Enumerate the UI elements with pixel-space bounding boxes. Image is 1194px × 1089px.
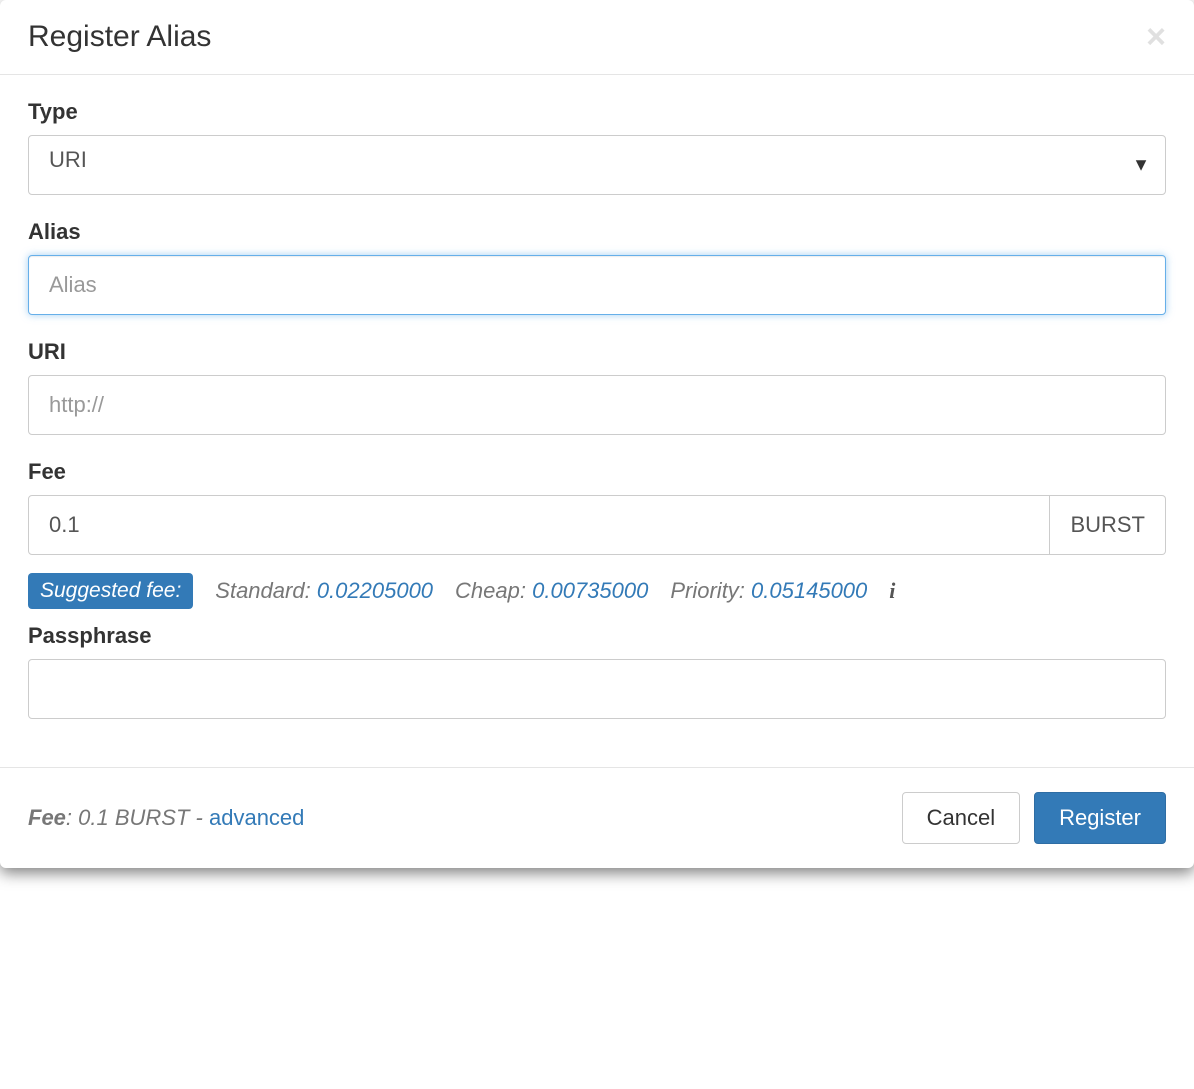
uri-label: URI bbox=[28, 339, 1166, 365]
modal-header: Register Alias × bbox=[0, 0, 1194, 75]
type-select-wrap: URI ▼ bbox=[28, 135, 1166, 195]
modal-body: Type URI ▼ Alias URI Fee BURST Suggested… bbox=[0, 75, 1194, 767]
fee-cheap-value: 0.00735000 bbox=[532, 578, 648, 603]
fee-priority[interactable]: Priority: 0.05145000 bbox=[670, 578, 867, 604]
close-icon[interactable]: × bbox=[1146, 20, 1166, 54]
alias-input[interactable] bbox=[28, 255, 1166, 315]
suggested-fee-badge[interactable]: Suggested fee: bbox=[28, 573, 193, 609]
advanced-link[interactable]: advanced bbox=[209, 805, 304, 830]
fee-input-group: BURST bbox=[28, 495, 1166, 555]
fee-standard[interactable]: Standard: 0.02205000 bbox=[215, 578, 433, 604]
uri-group: URI bbox=[28, 339, 1166, 435]
modal-title: Register Alias bbox=[28, 20, 211, 54]
fee-cheap[interactable]: Cheap: 0.00735000 bbox=[455, 578, 648, 604]
footer-buttons: Cancel Register bbox=[902, 792, 1166, 844]
uri-input[interactable] bbox=[28, 375, 1166, 435]
footer-fee-summary: Fee: 0.1 BURST - advanced bbox=[28, 805, 304, 831]
info-icon[interactable]: i bbox=[889, 578, 895, 604]
fee-input[interactable] bbox=[28, 495, 1050, 555]
type-label: Type bbox=[28, 99, 1166, 125]
type-group: Type URI ▼ bbox=[28, 99, 1166, 195]
fee-cheap-label: Cheap: bbox=[455, 578, 526, 603]
fee-unit-addon: BURST bbox=[1050, 495, 1166, 555]
footer-fee-sep: : bbox=[66, 805, 78, 830]
cancel-button[interactable]: Cancel bbox=[902, 792, 1020, 844]
footer-fee-label: Fee bbox=[28, 805, 66, 830]
fee-suggest-row: Suggested fee: Standard: 0.02205000 Chea… bbox=[28, 573, 1166, 609]
register-alias-modal: Register Alias × Type URI ▼ Alias URI Fe… bbox=[0, 0, 1194, 868]
footer-fee-text: 0.1 BURST bbox=[78, 805, 189, 830]
alias-group: Alias bbox=[28, 219, 1166, 315]
fee-label: Fee bbox=[28, 459, 1166, 485]
modal-footer: Fee: 0.1 BURST - advanced Cancel Registe… bbox=[0, 767, 1194, 868]
fee-standard-label: Standard: bbox=[215, 578, 310, 603]
passphrase-input[interactable] bbox=[28, 659, 1166, 719]
register-button[interactable]: Register bbox=[1034, 792, 1166, 844]
alias-label: Alias bbox=[28, 219, 1166, 245]
footer-dash: - bbox=[189, 805, 209, 830]
passphrase-label: Passphrase bbox=[28, 623, 1166, 649]
fee-priority-value: 0.05145000 bbox=[751, 578, 867, 603]
type-select[interactable]: URI bbox=[28, 135, 1166, 195]
fee-group: Fee BURST Suggested fee: Standard: 0.022… bbox=[28, 459, 1166, 719]
fee-standard-value: 0.02205000 bbox=[317, 578, 433, 603]
fee-priority-label: Priority: bbox=[670, 578, 745, 603]
